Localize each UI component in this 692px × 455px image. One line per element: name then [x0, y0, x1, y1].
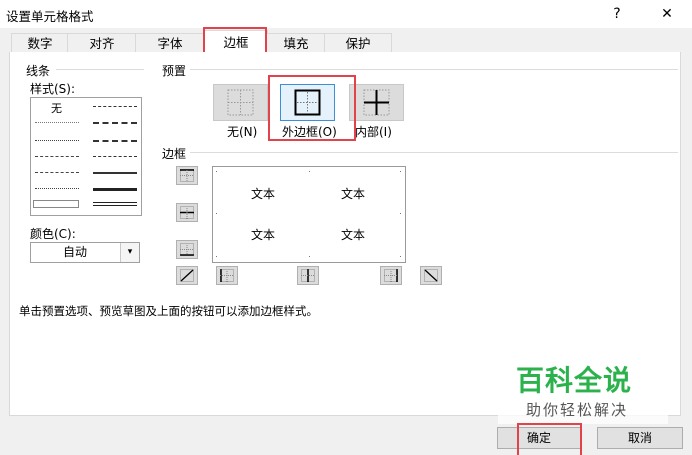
tab-alignment[interactable]: 对齐 [67, 33, 137, 53]
border-inside-vertical-icon [301, 269, 315, 282]
line-style-dash-dot[interactable] [35, 172, 79, 173]
border-preview[interactable]: 文本 文本 文本 文本 [212, 166, 406, 263]
border-left-button[interactable] [216, 266, 238, 285]
preview-corner-mark [400, 213, 401, 214]
dialog-title: 设置单元格格式 [6, 9, 94, 24]
ok-highlight-box [517, 423, 582, 455]
diagonal-down-icon [424, 269, 438, 282]
line-style-dashed[interactable] [93, 156, 137, 157]
watermark-logo: 百科全说 [516, 364, 633, 397]
style-label: 样式(S): [30, 82, 76, 96]
help-button[interactable]: ? [603, 4, 631, 24]
tab-number[interactable]: 数字 [11, 33, 69, 53]
tab-font[interactable]: 字体 [135, 33, 205, 53]
line-style-none[interactable]: 无 [51, 100, 62, 116]
chevron-down-icon[interactable]: ▾ [120, 243, 139, 262]
preset-inside-button[interactable] [349, 84, 404, 121]
line-style-list[interactable]: 无 [30, 97, 142, 216]
tab-fill[interactable]: 填充 [266, 33, 326, 53]
border-inside-icon [363, 89, 390, 116]
line-group-divider [56, 69, 144, 70]
border-bottom-button[interactable] [176, 240, 198, 259]
line-style-double[interactable] [93, 202, 137, 206]
title-bar [0, 0, 692, 28]
preview-corner-mark [216, 213, 217, 214]
line-style-thick[interactable] [93, 188, 137, 191]
border-group-divider [190, 152, 678, 153]
border-none-icon [227, 89, 254, 116]
preset-none-button[interactable] [213, 84, 268, 121]
color-select[interactable]: 自动 ▾ [30, 242, 140, 263]
preview-text-4: 文本 [341, 228, 366, 242]
preview-corner-mark [400, 171, 401, 172]
tab-protection[interactable]: 保护 [324, 33, 392, 53]
preview-text-2: 文本 [341, 187, 366, 201]
presets-group-divider [190, 69, 678, 70]
border-right-icon [384, 269, 398, 282]
border-diagonal-up-button[interactable] [176, 266, 198, 285]
watermark-slogan: 助你轻松解决 [526, 401, 629, 419]
line-style-slant[interactable] [93, 122, 137, 124]
border-inside-horizontal-button[interactable] [176, 203, 198, 222]
close-button[interactable]: ✕ [653, 4, 681, 24]
preset-none-label: 无(N) [227, 125, 258, 139]
line-style-dash-dot-dot-medium[interactable] [93, 106, 137, 107]
preset-highlight-box [268, 75, 356, 141]
line-style-thin-selected[interactable] [33, 200, 79, 208]
cancel-button[interactable]: 取消 [597, 427, 683, 449]
border-top-button[interactable] [176, 166, 198, 185]
border-top-icon [180, 169, 194, 182]
line-style-dash-dot-dot[interactable] [35, 156, 79, 157]
border-group-label: 边框 [162, 147, 187, 161]
preview-corner-mark [309, 171, 310, 172]
line-group-label: 线条 [26, 64, 51, 78]
hint-text: 单击预置选项、预览草图及上面的按钮可以添加边框样式。 [19, 304, 318, 318]
border-right-button[interactable] [380, 266, 402, 285]
presets-group-label: 预置 [162, 64, 187, 78]
border-diagonal-down-button[interactable] [420, 266, 442, 285]
preview-text-1: 文本 [251, 187, 276, 201]
border-inside-vertical-button[interactable] [297, 266, 319, 285]
preview-corner-mark [216, 256, 217, 257]
border-inside-horizontal-icon [180, 206, 194, 219]
border-bottom-icon [180, 243, 194, 256]
line-style-medium-dash-dot[interactable] [93, 140, 137, 142]
color-select-value: 自动 [62, 245, 87, 259]
line-style-dotted-2[interactable] [35, 188, 79, 189]
preview-corner-mark [400, 256, 401, 257]
line-style-medium[interactable] [93, 172, 137, 174]
preview-corner-mark [309, 256, 310, 257]
border-left-icon [220, 269, 234, 282]
line-style-dotted[interactable] [35, 140, 79, 141]
preview-text-3: 文本 [251, 228, 276, 242]
preset-inside-label: 内部(I) [355, 125, 392, 139]
line-style-hair[interactable] [35, 122, 79, 123]
diagonal-up-icon [180, 269, 194, 282]
preview-corner-mark [216, 171, 217, 172]
tab-highlight-box [203, 27, 267, 54]
color-label: 颜色(C): [30, 227, 76, 241]
